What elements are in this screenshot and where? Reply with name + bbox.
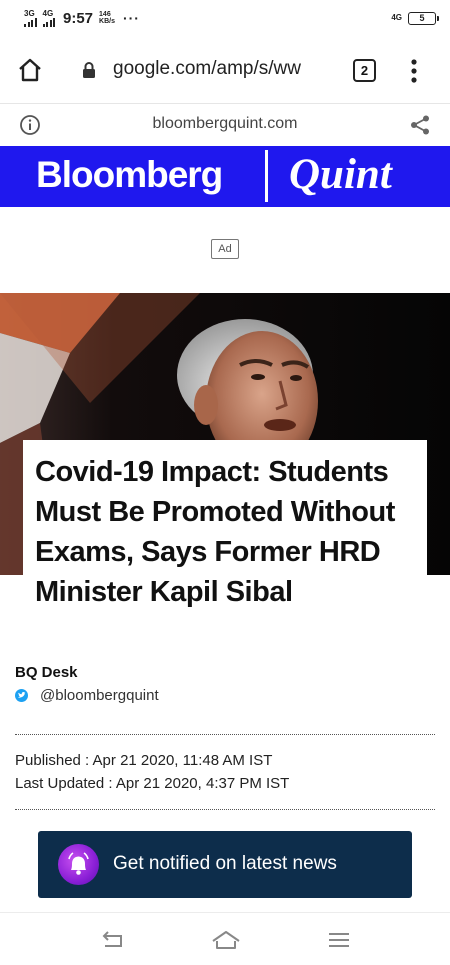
browser-toolbar: google.com/amp/s/ww 2 <box>0 36 450 104</box>
ad-badge[interactable]: Ad <box>211 239 239 259</box>
network-4g-label: 4G <box>42 8 54 18</box>
divider <box>15 809 435 810</box>
signal-bars-icon <box>24 17 37 27</box>
more-vert-icon[interactable] <box>406 58 422 84</box>
signal-3g: 3G <box>24 8 37 27</box>
more-notifications-icon: ··· <box>122 10 140 26</box>
share-icon[interactable] <box>409 114 431 136</box>
tab-switcher-button[interactable]: 2 <box>353 59 376 82</box>
notify-button[interactable]: Get notified on latest news <box>38 831 412 898</box>
notify-label: Get notified on latest news <box>113 853 337 874</box>
article-headline: Covid-19 Impact: Students Must Be Promot… <box>35 456 395 608</box>
network-speed-unit: KB/s <box>99 18 115 25</box>
system-nav-bar <box>0 912 450 965</box>
published-date: Published : Apr 21 2020, 11:48 AM IST <box>15 752 273 769</box>
author-name[interactable]: BQ Desk <box>15 664 78 681</box>
signal-4g: 4G <box>42 8 55 27</box>
updated-date: Last Updated : Apr 21 2020, 4:37 PM IST <box>15 775 290 792</box>
site-logo-banner[interactable]: Bloomberg Quint <box>0 146 450 207</box>
status-bar: 3G 4G 9:57 146 KB/s ··· 4G 5 <box>0 0 450 36</box>
bell-badge <box>58 844 99 885</box>
network-speed-value: 146 <box>99 11 111 18</box>
menu-lines-icon[interactable] <box>326 929 352 951</box>
amp-domain[interactable]: bloombergquint.com <box>0 115 450 133</box>
logo-divider <box>265 150 268 202</box>
network-speed: 146 KB/s <box>99 11 115 25</box>
home-icon[interactable] <box>16 56 44 84</box>
network-4g-right: 4G <box>391 13 402 22</box>
clock: 9:57 <box>63 9 94 27</box>
info-icon[interactable] <box>19 114 41 136</box>
twitter-icon <box>15 689 28 702</box>
amp-header: bloombergquint.com <box>0 104 450 146</box>
network-3g-label: 3G <box>24 8 35 18</box>
logo-bloomberg: Bloomberg <box>36 154 223 195</box>
divider <box>15 734 435 735</box>
signal-bars-icon <box>42 17 55 27</box>
headline-card: Covid-19 Impact: Students Must Be Promot… <box>23 440 427 626</box>
url-bar[interactable]: google.com/amp/s/ww <box>113 58 323 80</box>
twitter-handle-row[interactable]: @bloombergquint <box>15 687 159 704</box>
battery-icon: 5 <box>408 11 439 25</box>
back-icon[interactable] <box>100 929 126 951</box>
bell-icon <box>68 852 89 875</box>
home-outline-icon[interactable] <box>211 929 241 951</box>
logo-quint: Quint <box>289 151 392 198</box>
twitter-handle: @bloombergquint <box>40 687 159 704</box>
lock-icon <box>83 62 95 78</box>
